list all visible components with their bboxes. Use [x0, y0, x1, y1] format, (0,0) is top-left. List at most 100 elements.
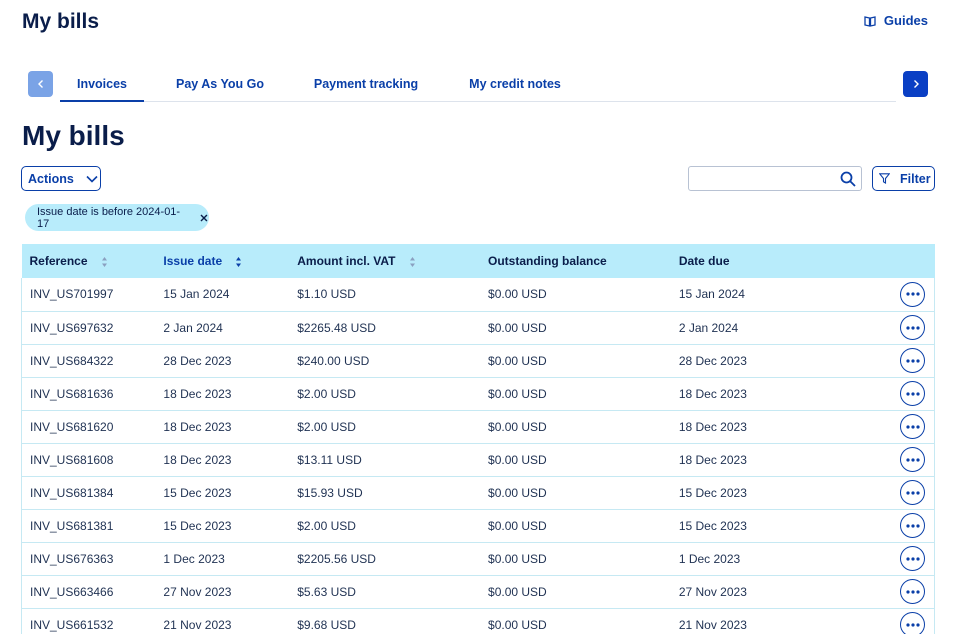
column-header-menu — [861, 244, 935, 278]
cell-row-menu — [860, 476, 935, 509]
cell-amount: $9.68 USD — [297, 617, 356, 632]
cell-outstanding-balance: $0.00 USD — [488, 419, 547, 434]
cell-reference: INV_US681636 — [21, 377, 156, 410]
row-menu-button[interactable] — [900, 546, 925, 571]
cell-date-due: 15 Dec 2023 — [678, 485, 747, 500]
cell-amount: $2.00 USD — [297, 518, 356, 533]
tab-prev-button[interactable] — [28, 71, 53, 97]
more-horizontal-icon — [905, 490, 920, 495]
cell-amount: $13.11 USD — [297, 452, 362, 467]
table-row: INV_US676363 1 Dec 2023 $2205.56 USD $0.00 … — [21, 542, 935, 575]
column-header-outstanding-balance: Outstanding balance — [488, 254, 607, 268]
more-horizontal-icon — [905, 556, 920, 561]
row-menu-button[interactable] — [900, 480, 925, 505]
cell-date-due: 18 Dec 2023 — [678, 419, 747, 434]
actions-dropdown[interactable]: Actions — [21, 166, 101, 191]
cell-row-menu — [860, 278, 935, 311]
row-menu-button[interactable] — [900, 281, 925, 307]
cell-row-menu — [860, 377, 935, 410]
row-menu-button[interactable] — [900, 447, 925, 472]
tab-invoices[interactable]: Invoices — [60, 71, 144, 102]
cell-date-due: 28 Dec 2023 — [678, 353, 747, 368]
cell-row-menu — [860, 575, 935, 608]
app-title: My bills — [22, 10, 100, 33]
table-row: INV_US681620 18 Dec 2023 $2.00 USD $0.00 US… — [21, 410, 935, 443]
cell-outstanding-balance: $0.00 USD — [488, 386, 547, 401]
cell-issue-date: 15 Jan 2024 — [163, 287, 230, 302]
tab-pay-as-you-go[interactable]: Pay As You Go — [144, 71, 296, 102]
filter-button[interactable]: Filter — [872, 166, 935, 191]
guides-label: Guides — [883, 13, 928, 28]
filter-chip-label: Issue date is before 2024-01-17 — [37, 205, 181, 230]
cell-reference: INV_US661532 — [21, 608, 156, 634]
column-header-issue-date[interactable]: Issue date — [155, 244, 289, 278]
tab-credit-notes[interactable]: My credit notes — [436, 71, 594, 102]
cell-issue-date: 18 Dec 2023 — [163, 386, 232, 401]
cell-outstanding-balance: $0.00 USD — [488, 617, 547, 632]
more-horizontal-icon — [905, 457, 920, 462]
table-body: INV_US701997 15 Jan 2024 $1.10 USD $0.00 US… — [21, 278, 935, 634]
column-header-reference[interactable]: Reference — [22, 244, 156, 278]
table-row: INV_US663466 27 Nov 2023 $5.63 USD $0.00 US… — [21, 575, 935, 608]
chevron-right-icon — [913, 80, 919, 88]
row-menu-button[interactable] — [900, 414, 925, 439]
more-horizontal-icon — [905, 358, 920, 363]
more-horizontal-icon — [905, 325, 920, 330]
more-horizontal-icon — [905, 523, 920, 528]
tab-next-button[interactable] — [903, 71, 928, 97]
cell-issue-date: 21 Nov 2023 — [163, 617, 232, 632]
cell-row-menu — [860, 344, 935, 377]
column-header-amount[interactable]: Amount incl. VAT — [289, 244, 480, 278]
cell-row-menu — [860, 608, 935, 634]
table-row: INV_US701997 15 Jan 2024 $1.10 USD $0.00 US… — [21, 278, 935, 311]
cell-row-menu — [860, 509, 935, 542]
row-menu-button[interactable] — [900, 348, 925, 373]
guides-link[interactable]: Guides — [864, 13, 928, 28]
row-menu-button[interactable] — [900, 579, 925, 604]
table-row: INV_US681608 18 Dec 2023 $13.11 USD $0.00 U… — [21, 443, 935, 476]
cell-amount: $2.00 USD — [297, 419, 356, 434]
table-row: INV_US681381 15 Dec 2023 $2.00 USD $0.00 US… — [21, 509, 935, 542]
cell-date-due: 1 Dec 2023 — [678, 551, 741, 566]
cell-reference: INV_US681620 — [21, 410, 156, 443]
cell-issue-date: 15 Dec 2023 — [163, 485, 232, 500]
more-horizontal-icon — [905, 292, 920, 296]
cell-outstanding-balance: $0.00 USD — [488, 485, 547, 500]
row-menu-button[interactable] — [900, 315, 925, 340]
cell-row-menu — [860, 311, 935, 344]
sort-icon[interactable] — [235, 256, 242, 268]
table-row: INV_US697632 2 Jan 2024 $2265.48 USD $0.00 … — [21, 311, 935, 344]
table-row: INV_US681384 15 Dec 2023 $15.93 USD $0.00 U… — [21, 476, 935, 509]
cell-date-due: 27 Nov 2023 — [678, 584, 747, 599]
book-icon — [864, 15, 876, 27]
cell-amount: $240.00 USD — [297, 353, 370, 368]
search-icon[interactable] — [840, 171, 856, 187]
actions-label: Actions — [28, 171, 74, 186]
row-menu-button[interactable] — [900, 612, 925, 634]
search-input[interactable] — [689, 167, 829, 190]
cell-issue-date: 18 Dec 2023 — [163, 419, 232, 434]
more-horizontal-icon — [905, 424, 920, 429]
cell-amount: $2205.56 USD — [297, 551, 376, 566]
cell-issue-date: 2 Jan 2024 — [163, 320, 223, 335]
row-menu-button[interactable] — [900, 381, 925, 406]
sort-icon[interactable] — [409, 256, 416, 268]
sort-icon[interactable] — [101, 256, 108, 268]
cell-reference: INV_US684322 — [21, 344, 156, 377]
cell-date-due: 15 Dec 2023 — [678, 518, 747, 533]
cell-amount: $15.93 USD — [297, 485, 363, 500]
search-box — [688, 166, 862, 191]
close-icon[interactable] — [199, 213, 209, 223]
filter-icon — [879, 173, 890, 184]
tab-payment-tracking[interactable]: Payment tracking — [296, 71, 436, 102]
cell-amount: $2.00 USD — [297, 386, 356, 401]
row-menu-button[interactable] — [900, 513, 925, 538]
page-title: My bills — [22, 120, 125, 151]
cell-date-due: 15 Jan 2024 — [678, 287, 745, 302]
cell-amount: $5.63 USD — [297, 584, 356, 599]
cell-outstanding-balance: $0.00 USD — [488, 287, 547, 302]
cell-issue-date: 27 Nov 2023 — [163, 584, 232, 599]
cell-row-menu — [860, 410, 935, 443]
cell-reference: INV_US676363 — [21, 542, 156, 575]
cell-issue-date: 18 Dec 2023 — [163, 452, 232, 467]
